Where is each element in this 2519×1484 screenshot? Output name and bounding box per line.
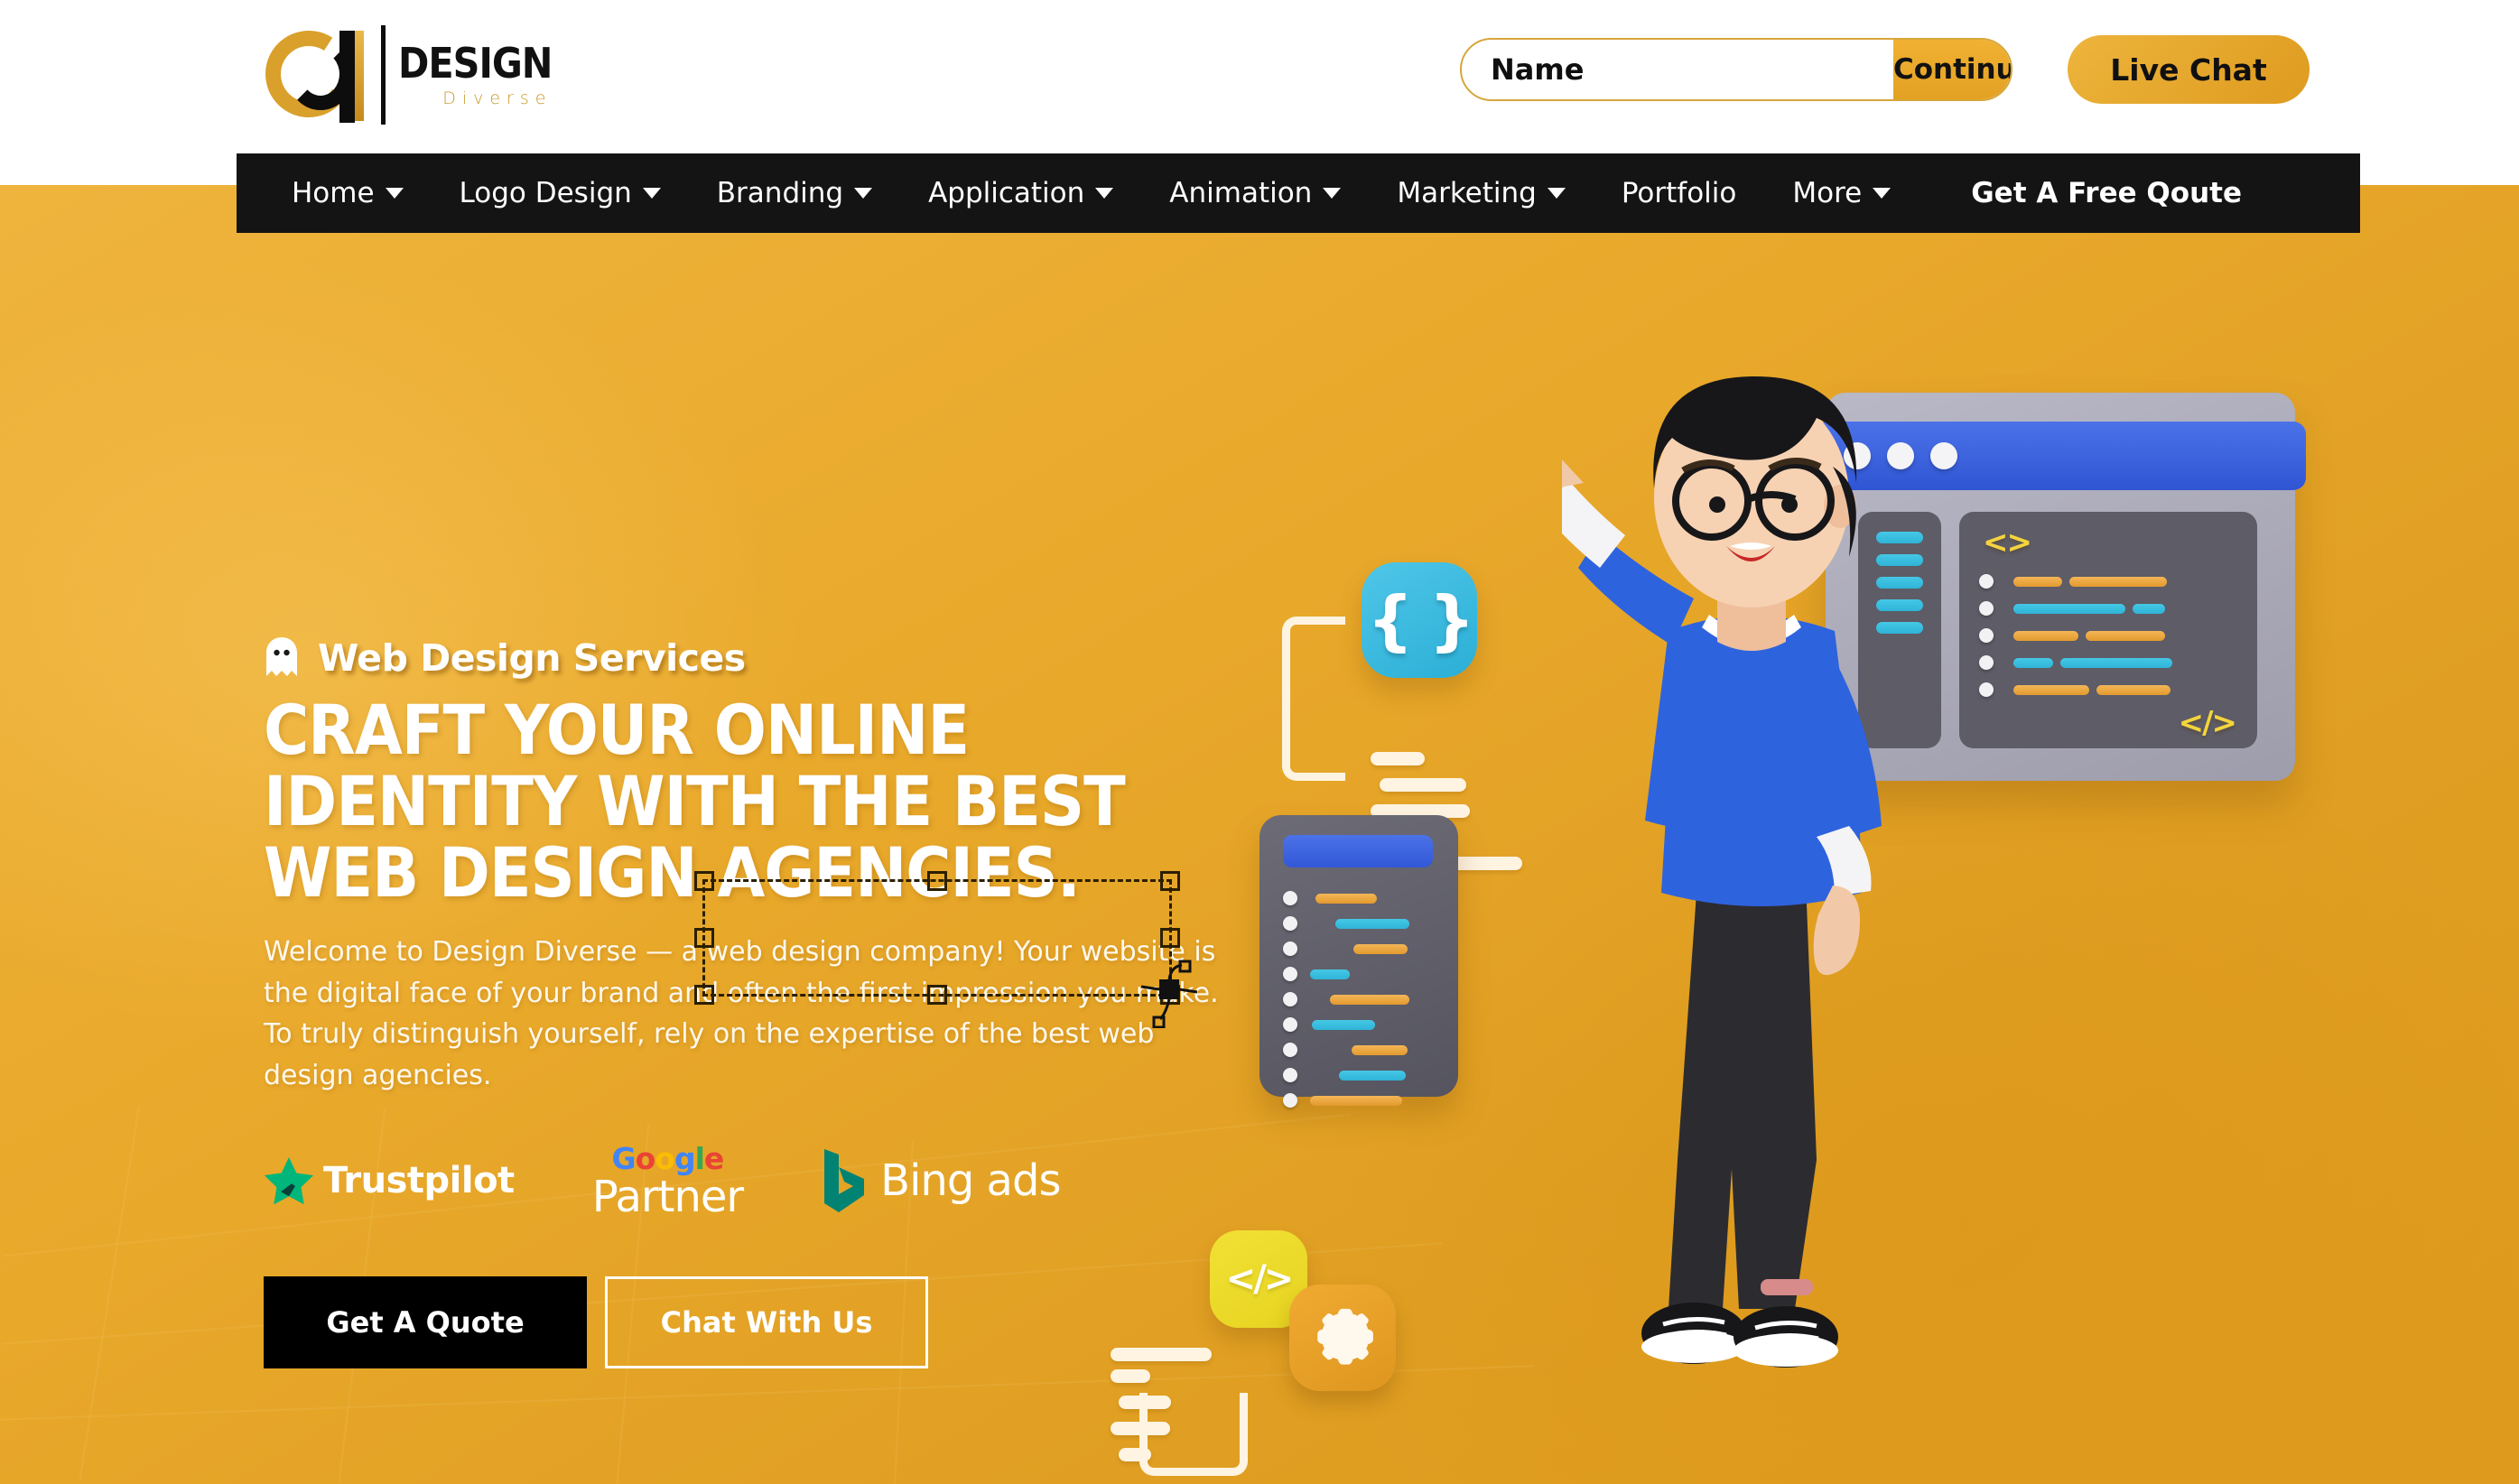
badge-google-partner: Google Partner bbox=[591, 1144, 744, 1222]
name-capture-form: Continue bbox=[1460, 38, 2012, 101]
logo-title: DESIGN bbox=[398, 38, 553, 88]
hero-section: { } <> </> </> Web Design Services CRAFT… bbox=[0, 185, 2519, 1484]
name-input[interactable] bbox=[1462, 40, 1893, 99]
logo-divider bbox=[381, 25, 386, 125]
window-code-area: <> </> bbox=[1959, 512, 2257, 748]
hero-eyebrow-text: Web Design Services bbox=[318, 636, 746, 680]
get-a-quote-button[interactable]: Get A Quote bbox=[264, 1276, 587, 1369]
badge-trustpilot-label: Trustpilot bbox=[323, 1160, 515, 1202]
hero-eyebrow: Web Design Services bbox=[264, 636, 1275, 680]
main-navigation: Home Logo Design Branding Application An… bbox=[237, 153, 2360, 233]
nav-item-more[interactable]: More bbox=[1764, 153, 1919, 233]
badge-trustpilot: Trustpilot bbox=[264, 1156, 515, 1205]
card-header-bar bbox=[1283, 835, 1433, 867]
nav-item-logo-design[interactable]: Logo Design bbox=[432, 153, 689, 233]
hero-illustration: { } <> </> </> bbox=[1111, 302, 2347, 1484]
nav-item-label: Branding bbox=[716, 177, 844, 209]
nav-item-home[interactable]: Home bbox=[264, 153, 432, 233]
nav-item-portfolio[interactable]: Portfolio bbox=[1594, 153, 1765, 233]
live-chat-button[interactable]: Live Chat bbox=[2068, 35, 2310, 104]
nav-item-label: Portfolio bbox=[1621, 177, 1737, 209]
nav-item-label: Marketing bbox=[1397, 177, 1537, 209]
logo-monogram-icon bbox=[257, 23, 379, 125]
pen-tool-cursor bbox=[1140, 960, 1198, 1028]
chevron-down-icon bbox=[854, 188, 873, 199]
chevron-down-icon bbox=[1873, 188, 1892, 199]
nav-item-marketing[interactable]: Marketing bbox=[1369, 153, 1594, 233]
heading-line-1: CRAFT YOUR ONLINE bbox=[264, 690, 970, 770]
google-wordmark: Google bbox=[612, 1144, 725, 1173]
continue-button[interactable]: Continue bbox=[1893, 40, 2011, 99]
curly-brace-glyph: { } bbox=[1367, 582, 1475, 658]
selection-handle-bottom-center[interactable] bbox=[927, 985, 947, 1005]
get-a-free-quote-link[interactable]: Get A Free Qoute bbox=[1919, 153, 2270, 233]
heading-line-2: IDENTITY WITH THE BEST bbox=[264, 761, 1126, 842]
badge-google-partner-label: Partner bbox=[591, 1171, 744, 1222]
selection-handle-top-left[interactable] bbox=[694, 871, 714, 891]
chevron-down-icon bbox=[642, 188, 661, 199]
hero-cta-group: Get A Quote Chat With Us bbox=[264, 1276, 1275, 1369]
gear-settings-card bbox=[1289, 1285, 1396, 1391]
code-list-card bbox=[1260, 815, 1458, 1108]
nav-item-label: Logo Design bbox=[459, 177, 632, 209]
nav-item-label: Home bbox=[292, 177, 375, 209]
ghost-icon bbox=[266, 637, 297, 676]
star-icon bbox=[265, 1157, 313, 1205]
code-tag-close-glyph: </> bbox=[2178, 705, 2237, 741]
right-bracket-decor bbox=[1139, 1393, 1248, 1476]
code-brace-card-icon: { } bbox=[1362, 562, 1477, 678]
selection-handle-top-center[interactable] bbox=[927, 871, 947, 891]
nav-item-label: Animation bbox=[1169, 177, 1313, 209]
selection-handle-top-right[interactable] bbox=[1160, 871, 1180, 891]
code-tag-open-glyph: <> bbox=[1983, 524, 2032, 561]
page-title: CRAFT YOUR ONLINE IDENTITY WITH THE BEST… bbox=[264, 694, 1275, 908]
card-code-rows bbox=[1283, 886, 1444, 1113]
site-logo[interactable]: DESIGN Diverse bbox=[257, 22, 562, 128]
nav-item-animation[interactable]: Animation bbox=[1141, 153, 1369, 233]
chevron-down-icon bbox=[1095, 188, 1114, 199]
selection-handle-bottom-left[interactable] bbox=[694, 985, 714, 1005]
left-bracket-decor bbox=[1282, 617, 1345, 781]
selection-handle-middle-left[interactable] bbox=[694, 928, 714, 948]
nav-item-label: Application bbox=[928, 177, 1085, 209]
nav-item-label: More bbox=[1792, 177, 1863, 209]
chevron-down-icon bbox=[1323, 188, 1342, 199]
selection-handle-middle-right[interactable] bbox=[1160, 928, 1180, 948]
chat-with-us-button[interactable]: Chat With Us bbox=[605, 1276, 928, 1369]
bing-logo-icon bbox=[824, 1149, 865, 1213]
nav-item-branding[interactable]: Branding bbox=[689, 153, 900, 233]
selection-bounding-box[interactable] bbox=[694, 871, 1180, 1005]
badge-bing-ads-label: Bing ads bbox=[880, 1155, 1061, 1207]
trust-badges: Trustpilot Google Partner Bing ads bbox=[264, 1137, 1275, 1224]
chevron-down-icon bbox=[1547, 188, 1566, 199]
gear-icon bbox=[1317, 1308, 1373, 1365]
nav-item-application[interactable]: Application bbox=[900, 153, 1141, 233]
logo-subtitle: Diverse bbox=[442, 88, 553, 108]
hero-content: Web Design Services CRAFT YOUR ONLINE ID… bbox=[264, 636, 1275, 1369]
developer-character bbox=[1562, 376, 1882, 1368]
logo-text: DESIGN Diverse bbox=[398, 38, 553, 108]
chevron-down-icon bbox=[385, 188, 404, 199]
badge-bing-ads: Bing ads bbox=[821, 1147, 1061, 1214]
